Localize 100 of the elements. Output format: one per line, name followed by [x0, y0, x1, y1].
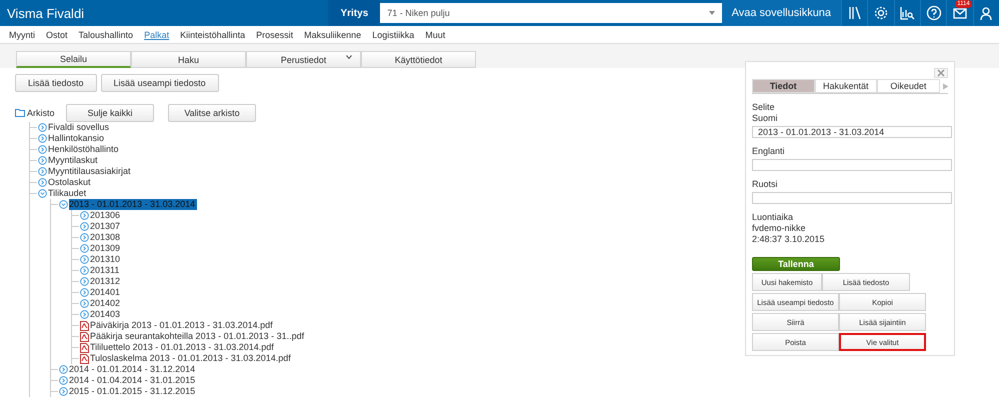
created-time: 2:48:37 3.10.2015: [752, 234, 826, 245]
tab[interactable]: Perustiedot: [246, 51, 361, 68]
chevron-right-circle-icon[interactable]: [38, 145, 47, 154]
chevron-right-circle-icon[interactable]: [59, 365, 68, 374]
chevron-right-circle-icon[interactable]: [80, 222, 89, 231]
panel-tab[interactable]: Hakukentät: [814, 79, 878, 93]
folder-item[interactable]: 2015 - 01.01.2015 - 31.12.2015: [69, 386, 196, 397]
folder-item[interactable]: 201402: [90, 298, 120, 309]
save-button[interactable]: Tallenna: [752, 257, 840, 271]
chevron-right-circle-icon[interactable]: [80, 288, 89, 297]
chevron-right-circle-icon[interactable]: [38, 167, 47, 176]
chevron-right-circle-icon[interactable]: [38, 134, 47, 143]
archive-button[interactable]: Valitse arkisto: [168, 104, 256, 122]
chevron-right-circle-icon[interactable]: [80, 299, 89, 308]
text-field[interactable]: [752, 192, 952, 204]
scroll-right-icon[interactable]: [942, 82, 948, 90]
folder-item[interactable]: Ostolaskut: [48, 177, 91, 188]
add-file-button[interactable]: Lisää tiedosto: [15, 74, 97, 92]
nav-link[interactable]: Ostot: [46, 30, 68, 40]
chevron-down-circle-icon[interactable]: [59, 200, 68, 209]
tab-label: Käyttötiedot: [394, 54, 442, 64]
chevron-right-circle-icon[interactable]: [80, 310, 89, 319]
pdf-file-icon: [80, 342, 89, 352]
folder-item[interactable]: Myyntitilausasiakirjat: [48, 166, 131, 177]
chevron-right-circle-icon[interactable]: [38, 178, 47, 187]
caret-icon: [708, 11, 715, 15]
tab-label: Selailu: [60, 54, 88, 64]
folder-item[interactable]: 201310: [90, 254, 120, 265]
field-label: Suomi: [752, 113, 779, 124]
tab[interactable]: Käyttötiedot: [361, 51, 476, 68]
folder-item[interactable]: 201306: [90, 210, 120, 221]
chevron-right-circle-icon[interactable]: [80, 277, 89, 286]
company-select[interactable]: 71 - Niken pulju: [380, 3, 722, 23]
chevron-right-circle-icon[interactable]: [80, 255, 89, 264]
close-icon: [937, 69, 945, 77]
panel-tab[interactable]: Oikeudet: [877, 79, 940, 93]
nav-link[interactable]: Palkat: [144, 30, 170, 40]
tab-label: Perustiedot: [280, 54, 326, 64]
company-value: 71 - Niken pulju: [387, 8, 450, 18]
folder-item[interactable]: 201308: [90, 232, 120, 243]
folder-item[interactable]: Henkilöstöhallinto: [48, 144, 119, 155]
created-by: fvdemo-nikke: [752, 223, 807, 234]
user-icon[interactable]: [978, 5, 994, 21]
pdf-file-item[interactable]: Päiväkirja 2013 - 01.01.2013 - 31.03.2014.pdf: [90, 320, 273, 331]
chevron-right-circle-icon[interactable]: [80, 244, 89, 253]
chevron-right-circle-icon[interactable]: [80, 233, 89, 242]
folder-item[interactable]: 201307: [90, 221, 120, 232]
chart-search-icon[interactable]: [899, 5, 916, 21]
field-label: Englanti: [752, 146, 786, 157]
nav-link[interactable]: Muut: [425, 30, 446, 40]
archive-button[interactable]: Sulje kaikki: [66, 104, 154, 122]
folder-item[interactable]: Hallintokansio: [48, 133, 104, 144]
folder-item[interactable]: 201403: [90, 309, 120, 320]
nav-link[interactable]: Prosessit: [256, 30, 294, 40]
chevron-down-circle-icon[interactable]: [38, 189, 47, 198]
folder-item[interactable]: 201311: [90, 265, 120, 276]
tab[interactable]: Haku: [131, 51, 246, 68]
chevron-right-circle-icon[interactable]: [80, 211, 89, 220]
folder-item[interactable]: Fivaldi sovellus: [48, 122, 110, 133]
nav-link[interactable]: Kiinteistöhallinta: [180, 30, 246, 40]
folder-item[interactable]: Myyntilaskut: [48, 155, 98, 166]
chevron-right-circle-icon[interactable]: [80, 266, 89, 275]
field-label: Ruotsi: [752, 179, 779, 190]
folder-item[interactable]: 201309: [90, 243, 120, 254]
company-label: Yritys: [328, 0, 380, 26]
settings-icon[interactable]: [873, 5, 890, 21]
folder-icon: [15, 109, 25, 117]
pdf-file-item[interactable]: Tililuettelo 2013 - 01.01.2013 - 31.03.2014.pdf: [90, 342, 274, 353]
folder-item[interactable]: 201401: [90, 287, 120, 298]
nav-link[interactable]: Taloushallinto: [78, 30, 134, 40]
tab-label: Haku: [178, 54, 199, 64]
panel-tab[interactable]: Tiedot: [752, 79, 815, 93]
open-window-link[interactable]: Avaa sovellusikkuna: [722, 0, 842, 26]
nav-link[interactable]: Maksuliikenne: [304, 30, 362, 40]
books-icon[interactable]: [846, 5, 863, 21]
folder-item[interactable]: 2014 - 01.01.2014 - 31.12.2014: [69, 364, 196, 375]
section-label: Selite: [752, 102, 776, 113]
app-title: Visma Fivaldi: [6, 6, 86, 20]
add-file-button[interactable]: Lisää useampi tiedosto: [100, 74, 219, 92]
chevron-right-circle-icon[interactable]: [59, 387, 68, 396]
chevron-right-circle-icon[interactable]: [38, 123, 47, 132]
archive-label: Arkisto: [27, 108, 55, 118]
nav-link[interactable]: Myynti: [9, 30, 36, 40]
help-icon[interactable]: [926, 5, 942, 21]
nav-link[interactable]: Logistiikka: [372, 30, 414, 40]
chevron-right-circle-icon[interactable]: [59, 376, 68, 385]
close-button[interactable]: [934, 68, 948, 78]
tab[interactable]: Selailu: [16, 51, 131, 68]
pdf-file-icon: [80, 332, 89, 342]
chevron-right-circle-icon[interactable]: [38, 156, 47, 165]
folder-item[interactable]: 2014 - 01.04.2014 - 31.01.2015: [69, 375, 196, 386]
created-label: Luontiaika: [752, 212, 794, 223]
pdf-file-icon: [80, 354, 89, 364]
text-field[interactable]: 2013 - 01.01.2013 - 31.03.2014: [752, 126, 952, 138]
pdf-file-item[interactable]: Pääkirja seurantakohteilla 2013 - 01.01.2013 - 31..pdf: [90, 331, 304, 342]
pdf-file-item[interactable]: Tuloslaskelma 2013 - 01.01.2013 - 31.03.2014.pdf: [90, 353, 291, 364]
folder-item[interactable]: Tilikaudet: [48, 188, 86, 199]
pdf-file-icon: [80, 320, 89, 330]
folder-item[interactable]: 201312: [90, 276, 120, 287]
text-field[interactable]: [752, 159, 952, 171]
